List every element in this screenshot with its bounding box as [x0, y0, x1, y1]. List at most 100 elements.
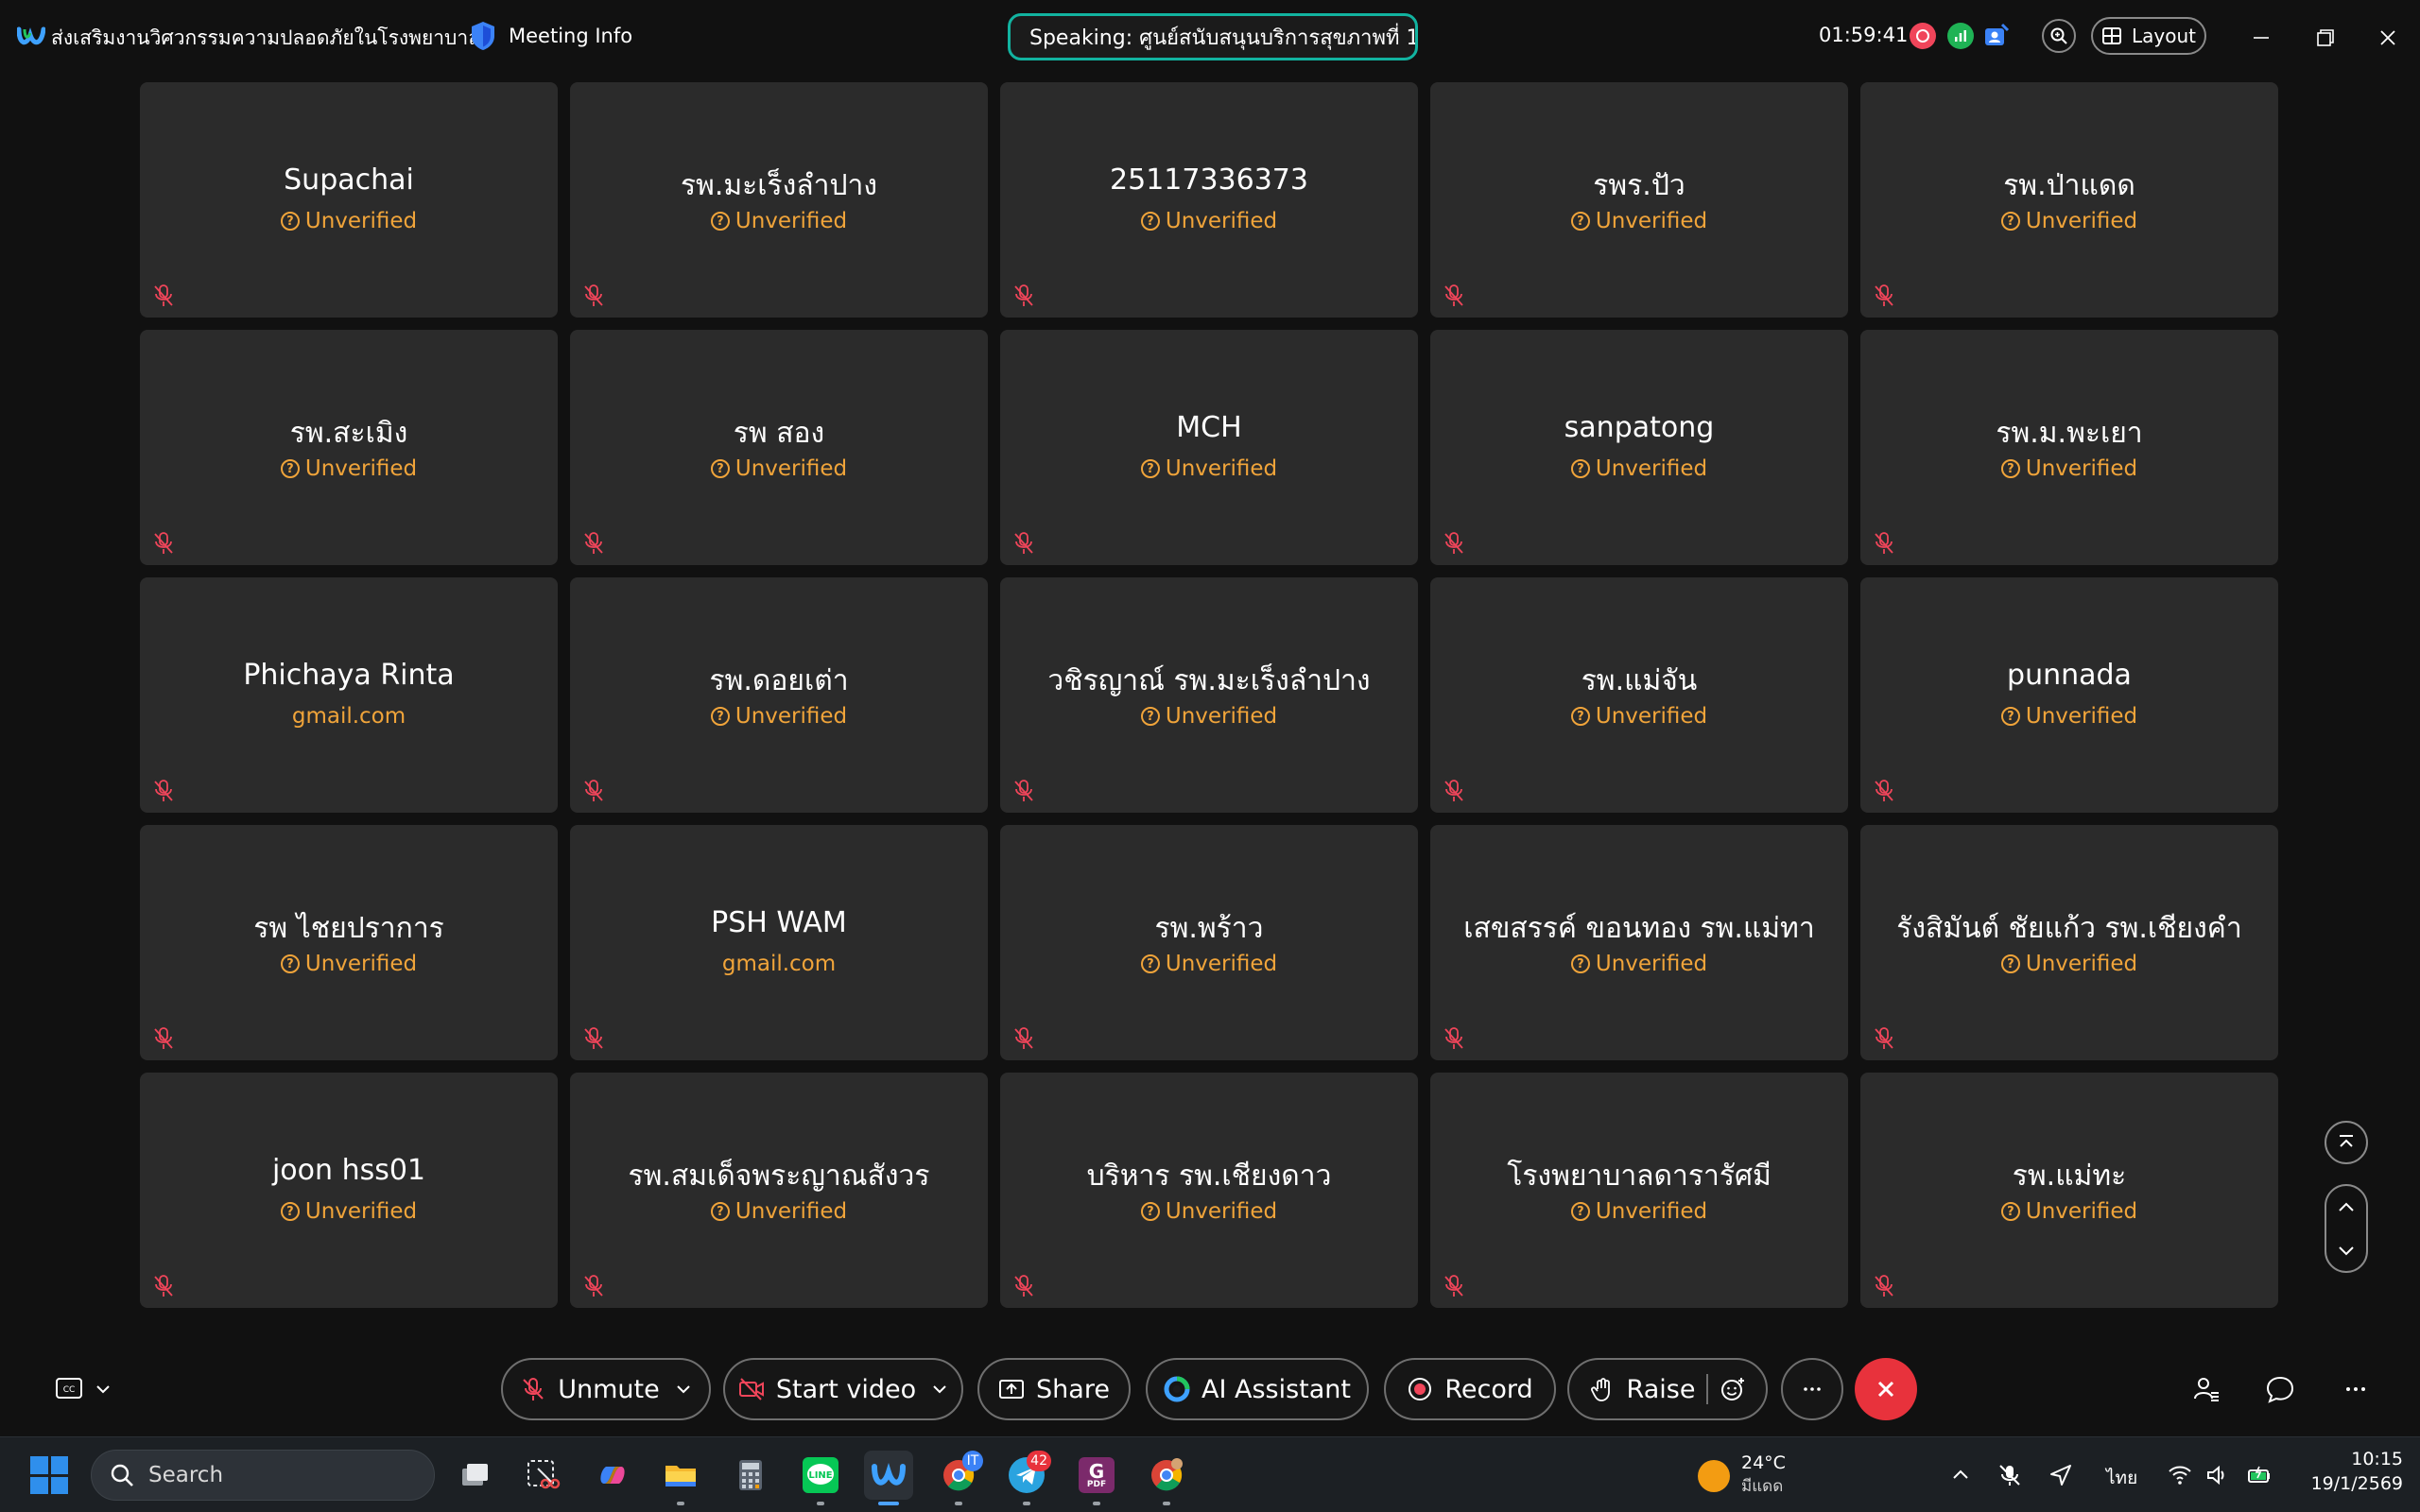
participant-tile[interactable]: บริหาร รพ.เชียงดาว? Unverified — [1000, 1073, 1418, 1308]
participant-status-label: gmail.com — [721, 952, 837, 976]
chevron-down-icon[interactable] — [2336, 1240, 2357, 1261]
unverified-icon: ? — [1140, 1202, 1160, 1221]
muted-mic-icon — [523, 1378, 544, 1400]
participant-tile[interactable]: รพ.มะเร็งลำปาง? Unverified — [570, 82, 988, 318]
running-indicator — [677, 1502, 684, 1505]
close-window-button[interactable] — [2369, 19, 2407, 57]
participant-status-icon[interactable] — [1983, 23, 2010, 49]
layout-label: Layout — [2132, 25, 2196, 47]
network-health-icon[interactable] — [1947, 23, 1974, 49]
participant-status-label: Unverified — [1595, 456, 1708, 481]
muted-mic-icon — [1014, 1275, 1033, 1297]
chevron-up-icon[interactable] — [1945, 1460, 1976, 1490]
participant-tile[interactable]: วชิรญาณ์ รพ.มะเร็งลำปาง? Unverified — [1000, 577, 1418, 813]
unmute-label: Unmute — [558, 1374, 660, 1404]
chrome-profile-2-icon[interactable] — [1142, 1451, 1191, 1505]
calculator-icon[interactable] — [726, 1451, 775, 1500]
participant-tile[interactable]: รพ.ดอยเต่า? Unverified — [570, 577, 988, 813]
record-button[interactable]: Record — [1384, 1358, 1556, 1420]
participant-name: รพ ไชยปราการ — [253, 912, 444, 945]
participant-tile[interactable]: เสขสรรค์ ขอนทอง รพ.แม่ทา? Unverified — [1430, 825, 1848, 1060]
chrome-icon[interactable]: IT — [934, 1451, 983, 1505]
participant-status: ? Unverified — [570, 704, 988, 729]
participant-tile[interactable]: Supachai? Unverified — [140, 82, 558, 318]
participant-name: รพ.มะเร็งลำปาง — [680, 169, 878, 202]
muted-mic-icon — [1875, 1027, 1893, 1049]
participant-tile[interactable]: รพ.แม่ทะ? Unverified — [1860, 1073, 2278, 1308]
participant-tile[interactable]: รพ ไชยปราการ? Unverified — [140, 825, 558, 1060]
scroll-to-top-button[interactable] — [2325, 1121, 2368, 1164]
participant-tile[interactable]: รังสิมันต์ ชัยแก้ว รพ.เชียงคำ? Unverified — [1860, 825, 2278, 1060]
more-options-button[interactable] — [1781, 1358, 1843, 1420]
telegram-icon[interactable]: 42 — [1002, 1451, 1051, 1505]
unverified-icon: ? — [1570, 707, 1590, 726]
participant-tile[interactable]: รพ.พร้าว? Unverified — [1000, 825, 1418, 1060]
participant-tile[interactable]: MCH? Unverified — [1000, 330, 1418, 565]
chevron-down-icon[interactable] — [675, 1381, 692, 1398]
raise-hand-button[interactable]: Raise — [1567, 1358, 1768, 1420]
participant-tile[interactable]: รพ.สะเมิง? Unverified — [140, 330, 558, 565]
participant-status-label: Unverified — [1595, 1199, 1708, 1224]
unmute-button[interactable]: Unmute — [501, 1358, 711, 1420]
reactions-icon[interactable] — [1720, 1376, 1746, 1402]
participant-tile[interactable]: sanpatong? Unverified — [1430, 330, 1848, 565]
chevron-down-icon[interactable] — [931, 1381, 948, 1398]
active-speaker-text: Speaking: ศูนย์สนับสนุนบริการสุขภาพที่ 1 — [1029, 26, 1418, 50]
mic-muted-tray-icon[interactable] — [1995, 1460, 2025, 1490]
minimize-icon — [2254, 37, 2269, 39]
participant-tile[interactable]: รพ สอง? Unverified — [570, 330, 988, 565]
minimize-button[interactable] — [2242, 19, 2280, 57]
participant-tile[interactable]: รพร.ปัว? Unverified — [1430, 82, 1848, 318]
wifi-icon[interactable] — [2165, 1460, 2195, 1490]
captions-button[interactable]: CC — [55, 1374, 121, 1404]
snipping-tool-icon[interactable] — [518, 1451, 567, 1500]
participant-tile[interactable]: Phichaya Rinta ?gmail.com — [140, 577, 558, 813]
participant-tile[interactable]: รพ.ม.พะเยา? Unverified — [1860, 330, 2278, 565]
start-video-button[interactable]: Start video — [723, 1358, 963, 1420]
divider — [1706, 1374, 1709, 1404]
volume-icon[interactable] — [2203, 1460, 2233, 1490]
participants-panel-button[interactable] — [2189, 1372, 2223, 1406]
participant-tile[interactable]: รพ.ป่าแดด? Unverified — [1860, 82, 2278, 318]
taskbar-clock[interactable]: 10:15 19/1/2569 — [2299, 1449, 2403, 1494]
participant-tile[interactable]: โรงพยาบาลดารารัศมี? Unverified — [1430, 1073, 1848, 1308]
muted-mic-icon — [1014, 1027, 1033, 1049]
task-view-icon[interactable] — [450, 1451, 499, 1500]
leave-meeting-button[interactable] — [1855, 1358, 1917, 1420]
participant-status-label: Unverified — [304, 1199, 418, 1224]
line-messenger-icon[interactable]: LINE — [796, 1451, 845, 1505]
participant-status: ? Unverified — [1430, 209, 1848, 233]
participant-tile[interactable]: รพ.สมเด็จพระญาณสังวร? Unverified — [570, 1073, 988, 1308]
muted-mic-icon — [1014, 532, 1033, 554]
input-language[interactable]: ไทย — [2106, 1464, 2137, 1492]
weather-widget[interactable]: 24°C มีแดด — [1698, 1452, 1786, 1499]
participant-tile[interactable]: joon hss01? Unverified — [140, 1073, 558, 1308]
restore-button[interactable] — [2307, 19, 2344, 57]
copilot-icon[interactable] — [588, 1451, 637, 1500]
webex-taskbar-icon[interactable] — [864, 1451, 913, 1505]
participant-status-label: Unverified — [1595, 704, 1708, 729]
file-explorer-icon[interactable] — [656, 1451, 705, 1505]
taskbar-search[interactable]: Search — [91, 1450, 435, 1501]
participant-tile[interactable]: รพ.แม่จัน? Unverified — [1430, 577, 1848, 813]
chat-panel-button[interactable] — [2263, 1372, 2297, 1406]
battery-charging-icon[interactable] — [2244, 1460, 2274, 1490]
zoom-icon[interactable] — [2042, 19, 2076, 53]
pdf-editor-icon[interactable]: G PDF — [1072, 1451, 1121, 1505]
participant-tile[interactable]: PSH WAM ?gmail.com — [570, 825, 988, 1060]
participant-status: ? Unverified — [1430, 456, 1848, 481]
restore-icon — [2317, 29, 2334, 46]
meeting-info-button[interactable]: Meeting Info — [469, 19, 632, 53]
share-button[interactable]: Share — [977, 1358, 1131, 1420]
location-icon[interactable] — [2046, 1460, 2076, 1490]
grid-pager — [2325, 1184, 2368, 1273]
more-panels-button[interactable] — [2339, 1372, 2373, 1406]
ai-assistant-button[interactable]: AI Assistant — [1146, 1358, 1369, 1420]
windows-start-icon[interactable] — [30, 1456, 68, 1494]
layout-button[interactable]: Layout — [2091, 17, 2206, 55]
participant-tile[interactable]: punnada? Unverified — [1860, 577, 2278, 813]
meeting-info-label: Meeting Info — [509, 25, 633, 47]
participant-status-label: Unverified — [304, 952, 418, 976]
chevron-up-icon[interactable] — [2336, 1197, 2357, 1218]
participant-tile[interactable]: 25117336373? Unverified — [1000, 82, 1418, 318]
